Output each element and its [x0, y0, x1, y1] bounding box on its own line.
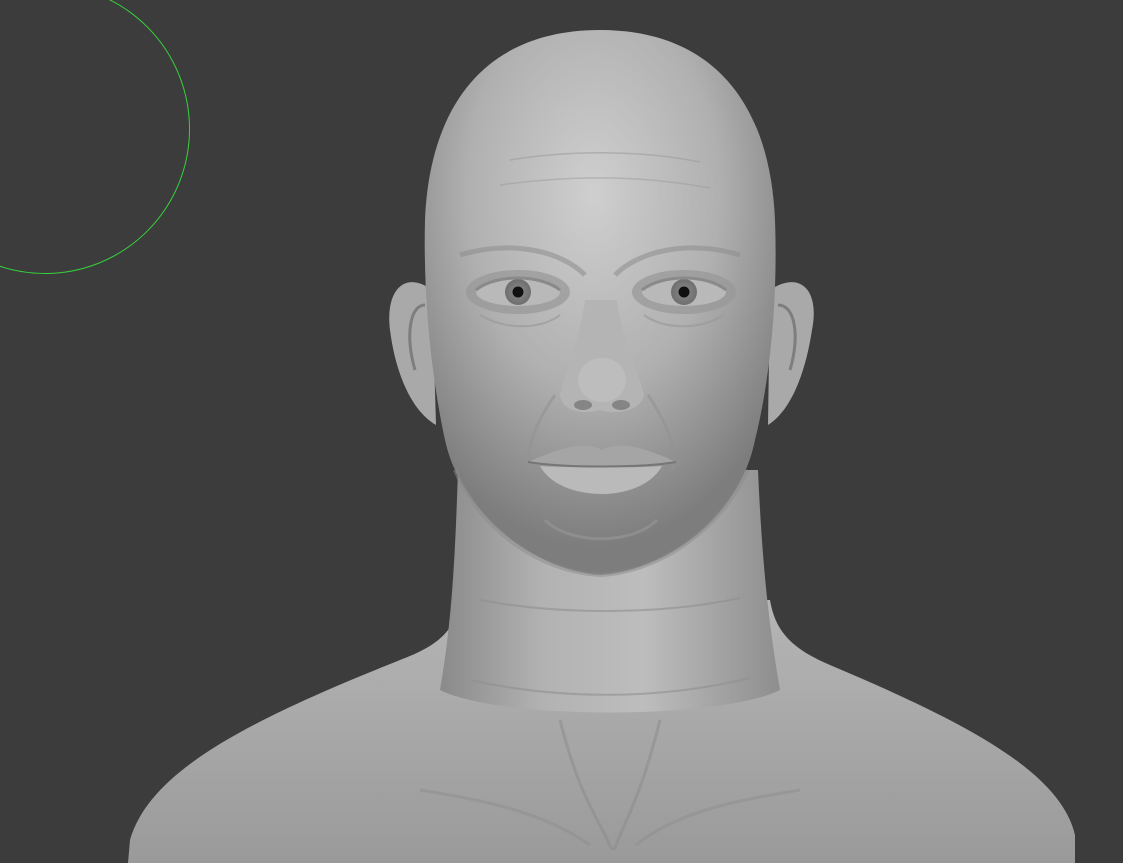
left-pupil — [512, 286, 524, 298]
right-pupil — [678, 286, 690, 298]
right-ear — [768, 282, 814, 425]
sculpted-bust[interactable] — [0, 0, 1123, 863]
sculpt-viewport[interactable] — [0, 0, 1123, 863]
